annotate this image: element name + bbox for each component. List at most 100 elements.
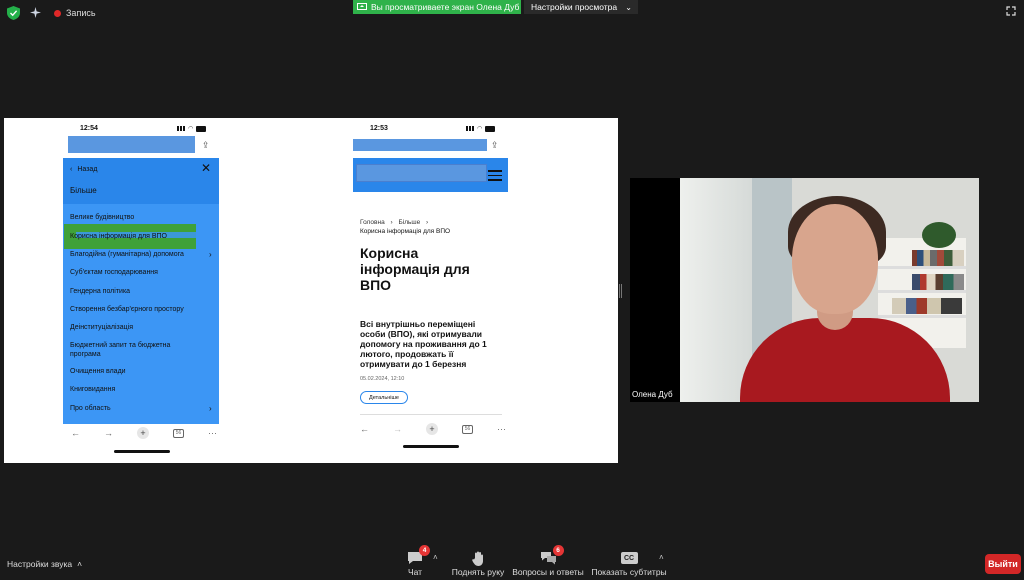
share-icon[interactable]: ⇪ (202, 140, 216, 154)
chat-label: Чат (407, 567, 423, 577)
menu-item[interactable]: Очищення влади (70, 368, 126, 375)
person-face (792, 204, 878, 314)
chevron-right-icon: › (426, 219, 429, 226)
tabs-icon[interactable]: 56 (462, 424, 473, 434)
raise-hand-label: Поднять руку (451, 567, 505, 577)
details-button[interactable]: Детальніше (360, 391, 408, 404)
signal-icon (466, 126, 474, 131)
shelf (878, 290, 966, 293)
forward-arrow-icon[interactable]: → (393, 424, 402, 434)
url-bar[interactable] (68, 136, 195, 153)
qa-button[interactable]: 6 Вопросы и ответы (512, 545, 584, 577)
menu-item[interactable]: Бюджетний запит та бюджетна програма (70, 341, 200, 359)
books (912, 250, 964, 266)
site-logo[interactable] (356, 164, 487, 182)
chevron-up-icon[interactable]: ˄ (433, 553, 438, 562)
forward-arrow-icon[interactable]: → (104, 428, 113, 438)
raise-hand-icon (472, 549, 484, 567)
menu-item-active[interactable]: Корисна інформація для ВПО (70, 233, 167, 240)
captions-button[interactable]: CC Показать субтитры (591, 549, 667, 577)
ai-sparkle-icon[interactable] (29, 6, 42, 19)
captions-label: Показать субтитры (591, 567, 667, 577)
menu-item[interactable]: Суб'єктам господарювання (70, 269, 158, 276)
status-time: 12:53 (370, 125, 388, 132)
qa-label: Вопросы и ответы (512, 567, 584, 577)
raise-hand-button[interactable]: Поднять руку (448, 549, 508, 577)
browser-toolbar: ← → + 56 ··· (360, 423, 506, 435)
fullscreen-icon[interactable] (1006, 6, 1016, 16)
qa-icon: 6 (540, 545, 564, 567)
more-icon[interactable]: ··· (497, 424, 506, 434)
chat-button[interactable]: 4 Чат (403, 545, 430, 577)
recording-indicator[interactable]: Запись (48, 5, 102, 21)
signal-icon (177, 126, 185, 131)
menu-item[interactable]: Гендерна політика (70, 288, 130, 295)
shared-screen: 12:54 ◠ ⇪ ‹ Назад ✕ Більше Велике будівн… (4, 118, 618, 463)
captions-icon: CC (620, 549, 638, 567)
record-dot-icon (54, 9, 61, 17)
status-time: 12:54 (80, 125, 98, 132)
chevron-left-icon: ‹ (70, 166, 73, 173)
back-label: Назад (77, 166, 98, 173)
news-title[interactable]: Всі внутрішньо переміщені особи (ВПО), я… (360, 319, 500, 369)
books (892, 298, 962, 314)
breadcrumb-current: Корисна інформація для ВПО (360, 228, 451, 235)
screen-share-icon (357, 3, 367, 10)
hamburger-menu-icon[interactable] (488, 170, 502, 181)
shelf (878, 315, 966, 318)
menu-item[interactable]: Книговидання (70, 386, 115, 393)
back-arrow-icon[interactable]: ← (71, 428, 80, 438)
back-arrow-icon[interactable]: ← (360, 424, 369, 434)
status-icons: ◠ (177, 125, 207, 132)
menu-title: Більше (70, 186, 97, 195)
books (912, 274, 964, 290)
chevron-up-icon[interactable]: ˄ (659, 553, 664, 562)
menu-item[interactable]: Благодійна (гуманітарна) допомога (70, 251, 184, 258)
new-tab-icon[interactable]: + (137, 427, 149, 439)
breadcrumb-home[interactable]: Головна (360, 219, 385, 226)
shelf (878, 266, 966, 269)
share-icon[interactable]: ⇪ (491, 140, 505, 154)
audio-settings-button[interactable]: Настройки звука ˄ (7, 559, 82, 569)
wifi-icon: ◠ (477, 126, 483, 132)
security-shield-icon[interactable] (7, 6, 20, 20)
menu-item[interactable]: Деінституціалізація (70, 324, 133, 331)
chevron-right-icon: › (209, 250, 212, 259)
chevron-right-icon: › (390, 219, 393, 226)
participant-video (680, 178, 979, 402)
screen-share-banner: Вы просматриваете экран Олена Дуб (353, 0, 521, 14)
home-indicator (114, 450, 170, 453)
status-icons: ◠ (466, 125, 496, 132)
breadcrumb: Головна › Більше › (360, 219, 432, 226)
page-title: Корисна інформація для ВПО (360, 245, 470, 293)
menu-header: ‹ Назад ✕ Більше (63, 158, 219, 204)
menu-item[interactable]: Створення безбар'єрного простору (70, 306, 184, 313)
back-button[interactable]: ‹ Назад (70, 166, 97, 173)
url-bar[interactable] (353, 139, 487, 151)
leave-button[interactable]: Выйти (985, 554, 1021, 574)
audio-settings-label: Настройки звука (7, 559, 73, 569)
menu-item[interactable]: Велике будівництво (70, 214, 134, 221)
breadcrumb-more[interactable]: Більше (399, 219, 421, 226)
split-view-handle[interactable] (619, 284, 622, 298)
plant (922, 222, 956, 248)
chevron-up-icon: ˄ (77, 559, 83, 569)
home-indicator (403, 445, 459, 448)
close-icon[interactable]: ✕ (201, 162, 211, 174)
battery-icon (196, 125, 207, 132)
cc-text: CC (620, 552, 638, 564)
view-settings-dropdown[interactable]: Настройки просмотра ⌄ (524, 0, 638, 14)
chat-icon: 4 (407, 545, 430, 567)
participant-name: Олена Дуб (632, 390, 673, 399)
record-label: Запись (66, 8, 96, 18)
new-tab-icon[interactable]: + (426, 423, 438, 435)
share-banner-text: Вы просматриваете экран Олена Дуб (371, 2, 520, 12)
qa-badge: 6 (552, 545, 564, 556)
more-icon[interactable]: ··· (208, 428, 217, 438)
chevron-right-icon: › (209, 404, 212, 413)
divider (360, 414, 502, 415)
tabs-icon[interactable]: 56 (173, 428, 184, 438)
menu-item[interactable]: Про область (70, 405, 111, 412)
battery-icon (485, 125, 496, 132)
chat-badge: 4 (419, 545, 430, 556)
